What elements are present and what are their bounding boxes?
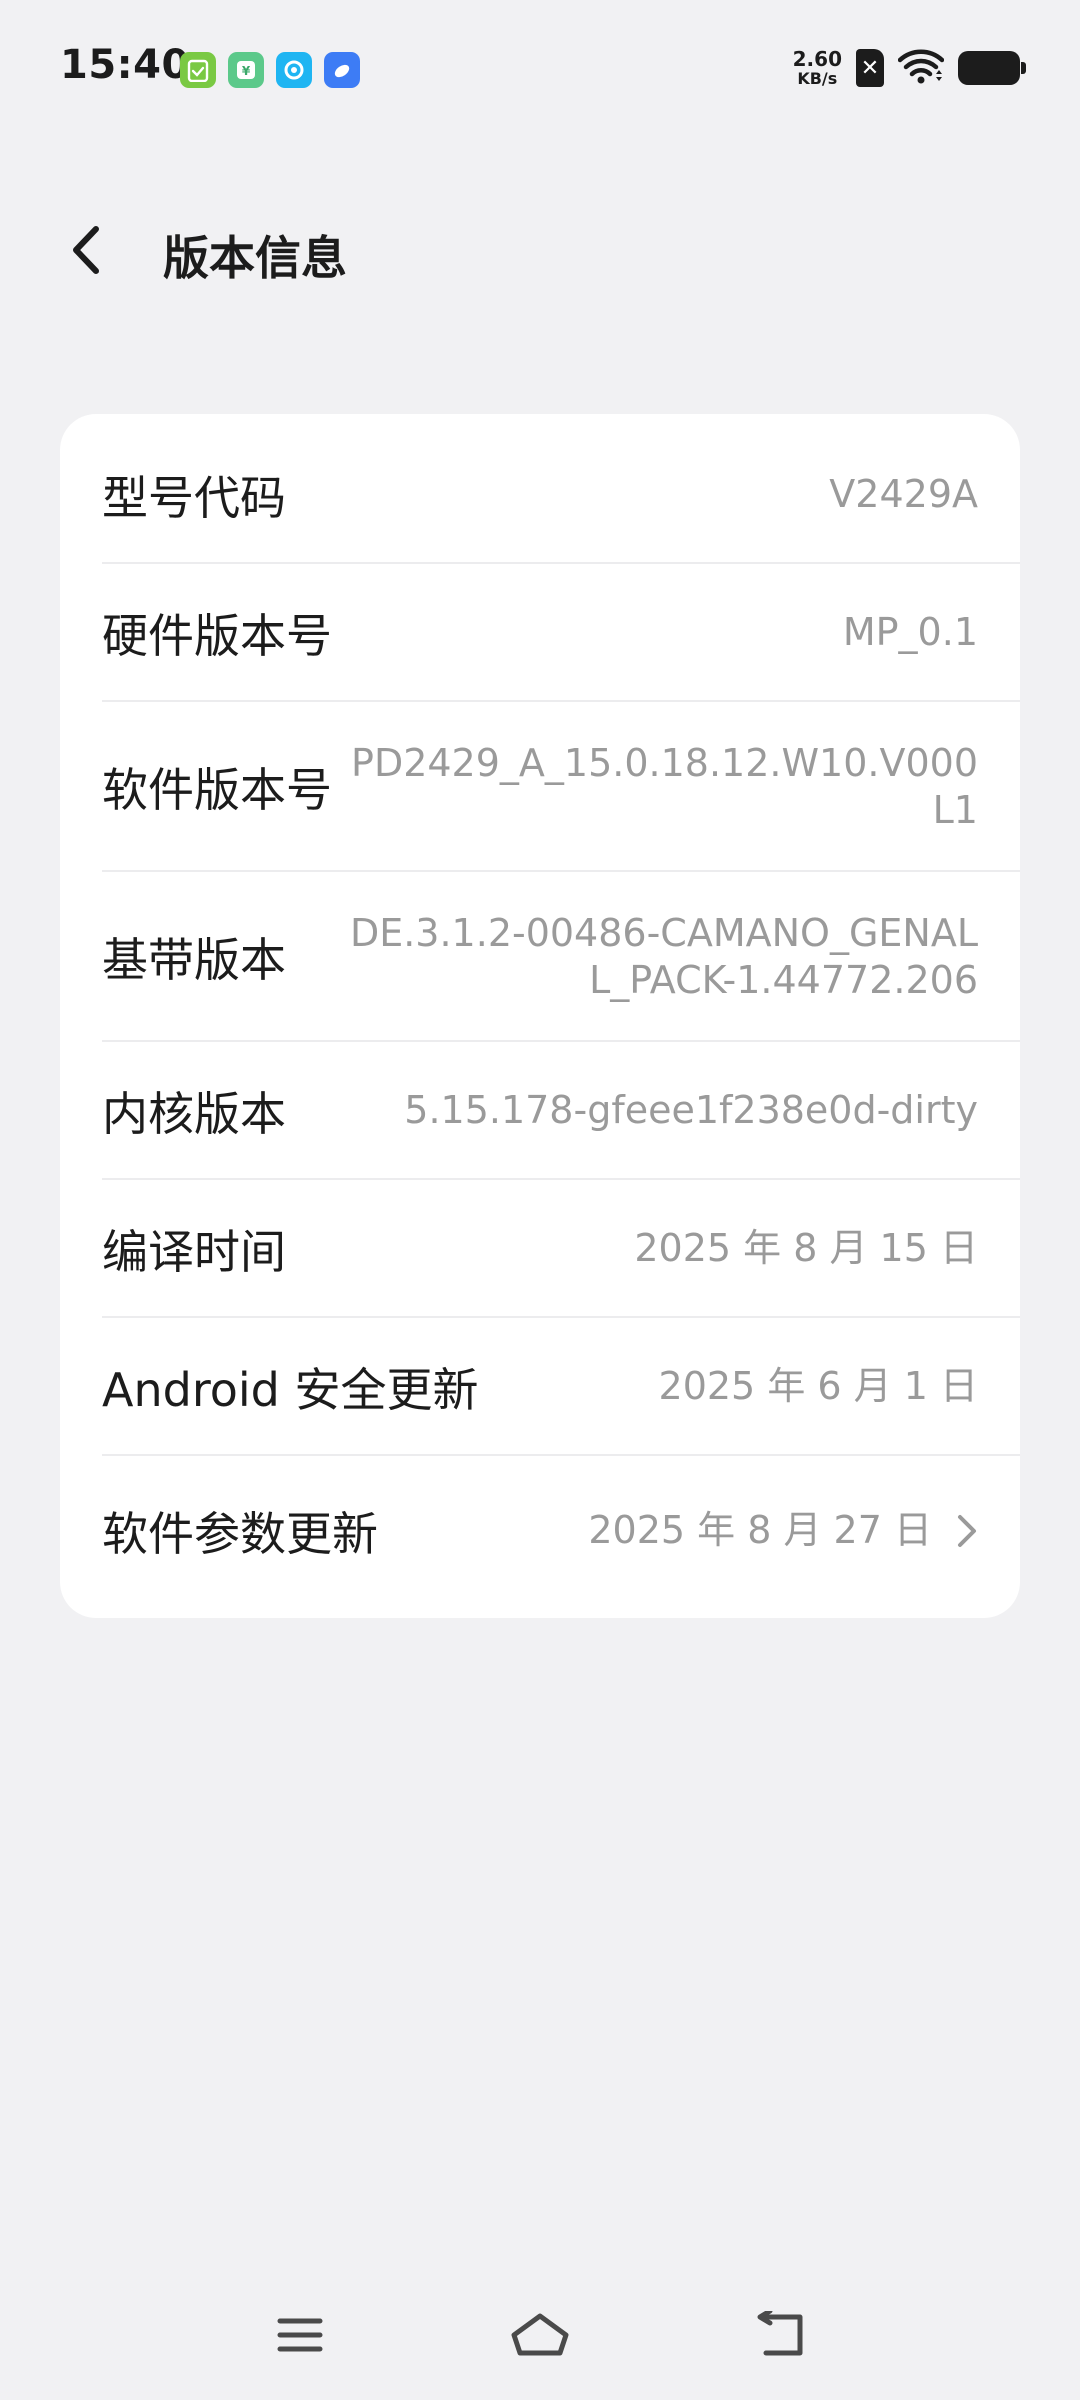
back-icon <box>757 2311 803 2356</box>
status-right-group: 2.60 KB/s ✕ <box>793 48 1026 88</box>
no-sim-glyph: ✕ <box>860 55 880 81</box>
info-row-value: 2025 年 6 月 1 日 <box>658 1364 978 1409</box>
info-row-kernel-version: 内核版本 5.15.178-gfeee1f238e0d-dirty <box>60 1042 1020 1180</box>
browser-app-icon <box>276 52 312 88</box>
recent-apps-button[interactable] <box>260 2300 340 2370</box>
info-row-value: 2025 年 8 月 27 日 <box>588 1508 932 1553</box>
clipboard-check-app-icon <box>180 52 216 88</box>
info-row-baseband-version: 基带版本 DE.3.1.2-00486-CAMANO_GENAL L_PACK-… <box>60 872 1020 1042</box>
battery-icon <box>958 51 1026 85</box>
navigation-bar <box>0 2280 1080 2390</box>
back-button[interactable] <box>56 220 116 280</box>
chevron-left-icon <box>73 226 99 274</box>
info-row-value: PD2429_A_15.0.18.12.W10.V000 L1 <box>351 740 978 833</box>
info-row-label: 型号代码 <box>102 471 286 525</box>
info-row-label: 编译时间 <box>102 1225 286 1279</box>
menu-icon <box>277 2318 323 2352</box>
info-row-value: 5.15.178-gfeee1f238e0d-dirty <box>404 1088 978 1133</box>
network-speed: 2.60 KB/s <box>793 49 842 87</box>
info-row-parameter-update[interactable]: 软件参数更新 2025 年 8 月 27 日 <box>60 1456 1020 1606</box>
info-row-hardware-version: 硬件版本号 MP_0.1 <box>60 564 1020 702</box>
chevron-right-icon <box>956 1513 978 1549</box>
wifi-icon <box>897 48 945 88</box>
info-row-software-version: 软件版本号 PD2429_A_15.0.18.12.W10.V000 L1 <box>60 702 1020 872</box>
home-icon <box>511 2313 569 2356</box>
info-row-value: 2025 年 8 月 15 日 <box>634 1226 978 1271</box>
network-speed-value: 2.60 <box>792 47 842 71</box>
info-row-value-group: 2025 年 8 月 27 日 <box>588 1507 978 1555</box>
home-button[interactable] <box>500 2300 580 2370</box>
info-row-value: MP_0.1 <box>842 610 978 655</box>
back-nav-button[interactable] <box>740 2300 820 2370</box>
info-row-build-time: 编译时间 2025 年 8 月 15 日 <box>60 1180 1020 1318</box>
info-row-value: DE.3.1.2-00486-CAMANO_GENAL L_PACK-1.447… <box>349 910 978 1003</box>
version-info-card: 型号代码 V2429A 硬件版本号 MP_0.1 软件版本号 PD2429_A_… <box>60 414 1020 1618</box>
status-bar: 15:40 ¥ 2.60 KB/s ✕ <box>0 0 1080 140</box>
info-row-value: V2429A <box>829 472 978 517</box>
info-row-model-code: 型号代码 V2429A <box>60 414 1020 564</box>
no-sim-icon: ✕ <box>856 49 884 87</box>
info-row-security-update: Android 安全更新 2025 年 6 月 1 日 <box>60 1318 1020 1456</box>
header: 版本信息 <box>0 200 1080 305</box>
info-row-label: 软件参数更新 <box>102 1507 378 1561</box>
info-row-label: Android 安全更新 <box>102 1363 479 1417</box>
page-title: 版本信息 <box>163 231 347 285</box>
info-row-label: 硬件版本号 <box>102 609 332 663</box>
info-row-label: 基带版本 <box>102 933 286 987</box>
cloud-app-icon <box>324 52 360 88</box>
notification-icons: ¥ <box>180 52 360 88</box>
svg-text:¥: ¥ <box>242 64 251 78</box>
info-row-label: 内核版本 <box>102 1087 286 1141</box>
info-row-label: 软件版本号 <box>102 763 332 817</box>
network-speed-unit: KB/s <box>797 69 838 88</box>
status-time: 15:40 <box>60 42 190 88</box>
wallet-app-icon: ¥ <box>228 52 264 88</box>
